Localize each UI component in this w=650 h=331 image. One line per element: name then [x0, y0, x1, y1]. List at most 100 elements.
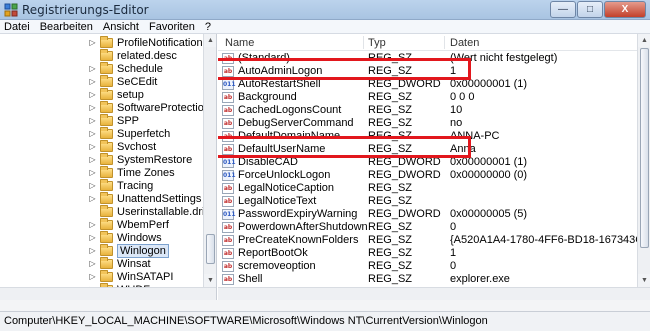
menu-ansicht[interactable]: Ansicht — [103, 21, 139, 33]
close-button[interactable]: X — [604, 1, 646, 18]
tree-item[interactable]: ▷ SeCEdit — [88, 74, 157, 88]
tree-item[interactable]: ▷ SoftwareProtectionPlatfor — [88, 100, 216, 114]
value-row[interactable]: ab LegalNoticeCaption REG_SZ — [218, 182, 638, 195]
expand-arrow-icon[interactable]: ▷ — [88, 246, 97, 255]
menu-favoriten[interactable]: Favoriten — [149, 21, 195, 33]
expand-arrow-icon[interactable]: ▷ — [88, 77, 97, 86]
value-row[interactable]: 011 PasswordExpiryWarning REG_DWORD 0x00000… — [218, 208, 638, 221]
value-type: REG_SZ — [368, 65, 413, 77]
expand-arrow-icon[interactable]: ▷ — [88, 194, 97, 203]
expand-arrow-icon[interactable]: ▷ — [88, 129, 97, 138]
menu-datei[interactable]: Datei — [4, 21, 30, 33]
scroll-down-icon[interactable]: ▼ — [638, 274, 650, 287]
expand-arrow-icon[interactable]: ▷ — [88, 38, 97, 47]
value-row[interactable]: ab DefaultDomainName REG_SZ ANNA-PC — [218, 130, 638, 143]
column-data[interactable]: Daten — [450, 37, 479, 49]
tree-item[interactable]: ▷ Winsat — [88, 256, 151, 270]
value-type: REG_SZ — [368, 273, 413, 285]
tree-item[interactable]: ▷ Time Zones — [88, 165, 175, 179]
tree-item[interactable]: ▷ Winlogon — [88, 243, 169, 258]
tree-item[interactable]: ▷ Superfetch — [88, 126, 170, 140]
folder-icon — [100, 191, 113, 204]
string-value-icon: ab — [222, 118, 234, 129]
column-type[interactable]: Typ — [368, 37, 386, 49]
scroll-up-icon[interactable]: ▲ — [204, 34, 216, 47]
value-row[interactable]: ab LegalNoticeText REG_SZ — [218, 195, 638, 208]
value-row[interactable]: ab (Standard) REG_SZ (Wert nicht festgelegt… — [218, 52, 638, 65]
value-row[interactable]: ab PowerdownAfterShutdown REG_SZ 0 — [218, 221, 638, 234]
tree-item-label: related.desc — [117, 49, 177, 62]
value-row[interactable]: ab Shell REG_SZ explorer.exe — [218, 273, 638, 286]
tree-item[interactable]: ▷ SPP — [88, 113, 139, 127]
folder-icon — [100, 269, 113, 282]
tree-item[interactable]: Userinstallable.drivers — [88, 204, 216, 218]
value-name: DebugServerCommand — [238, 117, 354, 129]
value-name: ForceUnlockLogon — [238, 169, 331, 181]
expand-arrow-icon[interactable]: ▷ — [88, 259, 97, 268]
value-data: explorer.exe — [450, 273, 510, 285]
tree-item[interactable]: ▷ ProfileNotification — [88, 35, 203, 49]
expand-arrow-icon[interactable]: ▷ — [88, 64, 97, 73]
tree-item[interactable]: ▷ UnattendSettings — [88, 191, 201, 205]
expand-arrow-icon[interactable]: ▷ — [88, 272, 97, 281]
value-row[interactable]: ab PreCreateKnownFolders REG_SZ {A520A1A4-1… — [218, 234, 650, 247]
expand-arrow-icon[interactable]: ▷ — [88, 142, 97, 151]
column-name[interactable]: Name — [225, 37, 254, 49]
value-type: REG_SZ — [368, 260, 413, 272]
tree-horizontal-scrollbar[interactable] — [0, 287, 216, 300]
tree-item-label: Windows — [117, 231, 162, 244]
tree-item[interactable]: ▷ WinSATAPI — [88, 269, 174, 283]
tree-item[interactable]: ▷ Schedule — [88, 61, 163, 75]
minimize-button[interactable]: — — [550, 1, 576, 18]
key-tree[interactable]: ▷ ProfileNotification related.desc ▷ Schedul… — [0, 34, 217, 300]
scroll-up-icon[interactable]: ▲ — [638, 34, 650, 47]
expand-arrow-icon[interactable]: ▷ — [88, 155, 97, 164]
value-name: LegalNoticeCaption — [238, 182, 335, 194]
menu-help[interactable]: ? — [205, 21, 211, 33]
value-row[interactable]: ab scremoveoption REG_SZ 0 — [218, 260, 638, 273]
string-value-icon: ab — [222, 222, 234, 233]
value-name: DisableCAD — [238, 156, 298, 168]
expand-arrow-icon[interactable]: ▷ — [88, 168, 97, 177]
expand-arrow-icon[interactable]: ▷ — [88, 220, 97, 229]
tree-item[interactable]: ▷ Tracing — [88, 178, 153, 192]
tree-item[interactable]: related.desc — [88, 48, 177, 62]
list-vertical-scrollbar[interactable]: ▲ ▼ — [637, 34, 650, 287]
expand-arrow-icon[interactable]: ▷ — [88, 181, 97, 190]
expand-arrow-icon[interactable]: ▷ — [88, 90, 97, 99]
scroll-down-icon[interactable]: ▼ — [204, 274, 216, 287]
value-data: 0x00000005 (5) — [450, 208, 528, 220]
value-row[interactable]: ab DefaultUserName REG_SZ Anna — [218, 143, 638, 156]
value-type: REG_SZ — [368, 104, 413, 116]
value-row[interactable]: 011 ForceUnlockLogon REG_DWORD 0x00000000 (… — [218, 169, 638, 182]
tree-item[interactable]: ▷ Windows — [88, 230, 162, 244]
expand-arrow-icon[interactable]: ▷ — [88, 103, 97, 112]
tree-item[interactable]: ▷ setup — [88, 87, 144, 101]
tree-item[interactable]: ▷ WbemPerf — [88, 217, 169, 231]
value-row[interactable]: ab ReportBootOk REG_SZ 1 — [218, 247, 638, 260]
column-divider[interactable] — [363, 36, 364, 49]
expand-arrow-icon[interactable]: ▷ — [88, 233, 97, 242]
tree-item[interactable]: ▷ SystemRestore — [88, 152, 192, 166]
scroll-thumb[interactable] — [206, 234, 215, 264]
value-row[interactable]: ab Background REG_SZ 0 0 0 — [218, 91, 638, 104]
tree-vertical-scrollbar[interactable]: ▲ ▼ — [203, 34, 216, 287]
value-row[interactable]: 011 DisableCAD REG_DWORD 0x00000001 (1) — [218, 156, 638, 169]
value-row[interactable]: ab AutoAdminLogon REG_SZ 1 — [218, 65, 638, 78]
value-list[interactable]: Name Typ Daten ab (Standard) REG_SZ (Wert n… — [218, 34, 650, 300]
value-row[interactable]: ab DebugServerCommand REG_SZ no — [218, 117, 638, 130]
value-type: REG_SZ — [368, 234, 413, 246]
list-horizontal-scrollbar[interactable] — [218, 287, 650, 300]
value-row[interactable]: 011 AutoRestartShell REG_DWORD 0x00000001 (… — [218, 78, 638, 91]
maximize-button[interactable]: □ — [577, 1, 603, 18]
scroll-thumb[interactable] — [640, 48, 649, 248]
tree-item[interactable]: ▷ Svchost — [88, 139, 156, 153]
title-bar: Registrierungs-Editor — □ X — [0, 0, 650, 20]
pane-footer — [0, 300, 650, 311]
column-divider[interactable] — [444, 36, 445, 49]
expand-arrow-icon[interactable]: ▷ — [88, 116, 97, 125]
value-row[interactable]: ab CachedLogonsCount REG_SZ 10 — [218, 104, 638, 117]
tree-item-label: WinSATAPI — [117, 270, 174, 283]
folder-icon — [100, 178, 113, 191]
menu-bearbeiten[interactable]: Bearbeiten — [40, 21, 93, 33]
